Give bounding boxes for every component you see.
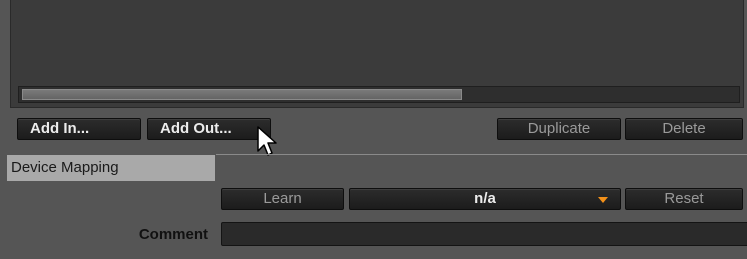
section-title: Device Mapping <box>11 159 119 176</box>
device-mapping-header: Device Mapping <box>7 155 215 181</box>
chevron-down-icon <box>598 197 608 203</box>
divider <box>216 154 747 155</box>
scrollbar-thumb[interactable] <box>22 89 462 100</box>
horizontal-scrollbar[interactable] <box>18 86 740 103</box>
dropdown-value: n/a <box>474 190 496 207</box>
duplicate-button[interactable]: Duplicate <box>497 118 621 140</box>
learn-button[interactable]: Learn <box>221 188 344 210</box>
add-in-button[interactable]: Add In... <box>17 118 141 140</box>
add-out-button[interactable]: Add Out... <box>147 118 271 140</box>
comment-field[interactable] <box>221 222 747 246</box>
mapping-dropdown[interactable]: n/a <box>349 188 621 210</box>
reset-button[interactable]: Reset <box>625 188 743 210</box>
comment-label: Comment <box>138 226 208 243</box>
delete-button[interactable]: Delete <box>625 118 743 140</box>
controller-manager-panel: Add In... Add Out... Duplicate Delete De… <box>0 0 747 259</box>
